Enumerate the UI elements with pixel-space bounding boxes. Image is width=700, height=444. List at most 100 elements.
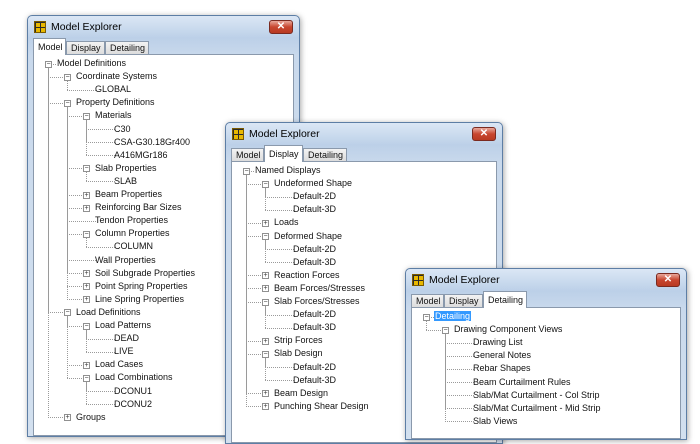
tree-node[interactable]: Slab Forces/Stresses (273, 295, 361, 308)
tree-node[interactable]: Beam Design (273, 387, 329, 400)
tree-node[interactable]: Default-2D (292, 190, 337, 203)
tree-node[interactable]: Coordinate Systems (75, 70, 158, 83)
collapse-icon[interactable]: − (262, 181, 269, 188)
tab-display[interactable]: Display (264, 145, 303, 162)
tree-node[interactable]: Load Patterns (94, 319, 152, 332)
tree-node[interactable]: Slab Views (472, 415, 518, 428)
tree-node[interactable]: Default-2D (292, 308, 337, 321)
title-bar[interactable]: Model Explorer ✕ (226, 123, 502, 145)
tree-node[interactable]: Point Spring Properties (94, 280, 189, 293)
tree-node[interactable]: Default-2D (292, 243, 337, 256)
tree-node[interactable]: DCONU1 (113, 385, 153, 398)
collapse-icon[interactable]: − (262, 299, 269, 306)
tree-node[interactable]: Drawing Component Views (453, 323, 563, 336)
tab-model[interactable]: Model (411, 294, 444, 307)
tree-node[interactable]: Materials (94, 109, 133, 122)
expand-icon[interactable]: + (83, 205, 90, 212)
tree-node[interactable]: Named Displays (254, 164, 322, 177)
tab-model[interactable]: Model (33, 38, 66, 55)
tree-node[interactable]: Beam Curtailment Rules (472, 376, 572, 389)
collapse-icon[interactable]: − (64, 74, 71, 81)
tree-node[interactable]: LIVE (113, 345, 135, 358)
tree-node[interactable]: COLUMN (113, 240, 154, 253)
expand-icon[interactable]: + (83, 192, 90, 199)
expand-icon[interactable]: + (262, 285, 269, 292)
expand-icon[interactable]: + (64, 414, 71, 421)
expand-icon[interactable]: + (83, 296, 90, 303)
tree-node[interactable]: Deformed Shape (273, 230, 343, 243)
tab-detailing[interactable]: Detailing (303, 148, 347, 161)
expand-icon[interactable]: + (262, 390, 269, 397)
tab-display[interactable]: Display (444, 294, 483, 307)
close-button[interactable]: ✕ (269, 20, 293, 34)
tree-node[interactable]: Reinforcing Bar Sizes (94, 201, 183, 214)
tree-node[interactable]: Punching Shear Design (273, 400, 370, 413)
collapse-icon[interactable]: − (423, 314, 430, 321)
title-bar[interactable]: Model Explorer ✕ (406, 269, 686, 291)
tab-detailing[interactable]: Detailing (483, 291, 527, 308)
expand-icon[interactable]: + (83, 362, 90, 369)
collapse-icon[interactable]: − (442, 327, 449, 334)
collapse-icon[interactable]: − (83, 113, 90, 120)
tree-node[interactable]: Undeformed Shape (273, 177, 353, 190)
tree-node[interactable]: Slab/Mat Curtailment - Mid Strip (472, 402, 602, 415)
collapse-icon[interactable]: − (262, 351, 269, 358)
collapse-icon[interactable]: − (45, 61, 52, 68)
collapse-icon[interactable]: − (64, 100, 71, 107)
tree-node[interactable]: Loads (273, 216, 300, 229)
tree-node[interactable]: Tendon Properties (94, 214, 169, 227)
tree-node[interactable]: Slab/Mat Curtailment - Col Strip (472, 389, 601, 402)
close-button[interactable]: ✕ (472, 127, 496, 141)
expand-icon[interactable]: + (262, 272, 269, 279)
expand-icon[interactable]: + (83, 283, 90, 290)
tree-node[interactable]: Rebar Shapes (472, 362, 532, 375)
tree-node[interactable]: Beam Forces/Stresses (273, 282, 366, 295)
tree-node[interactable]: Strip Forces (273, 334, 324, 347)
tree-node[interactable]: Load Definitions (75, 306, 142, 319)
tab-detailing[interactable]: Detailing (105, 41, 149, 54)
expand-icon[interactable]: + (83, 270, 90, 277)
tree-node[interactable]: Detailing (434, 310, 472, 323)
tree-node[interactable]: Default-3D (292, 374, 337, 387)
title-bar[interactable]: Model Explorer ✕ (28, 16, 299, 38)
tree-node[interactable]: Wall Properties (94, 254, 157, 267)
tree-node[interactable]: SLAB (113, 175, 138, 188)
tree-node[interactable]: Soil Subgrade Properties (94, 267, 196, 280)
tree-node[interactable]: Drawing List (472, 336, 524, 349)
collapse-icon[interactable]: − (83, 323, 90, 330)
collapse-icon[interactable]: − (83, 231, 90, 238)
expand-icon[interactable]: + (262, 403, 269, 410)
tree-node[interactable]: Property Definitions (75, 96, 156, 109)
tree-node[interactable]: Slab Design (273, 347, 324, 360)
tree-node[interactable]: Beam Properties (94, 188, 163, 201)
tab-model[interactable]: Model (231, 148, 264, 161)
tree-node[interactable]: Line Spring Properties (94, 293, 185, 306)
collapse-icon[interactable]: − (83, 165, 90, 172)
expand-icon[interactable]: + (262, 220, 269, 227)
collapse-icon[interactable]: − (262, 233, 269, 240)
collapse-icon[interactable]: − (243, 168, 250, 175)
tree-node[interactable]: Load Cases (94, 358, 144, 371)
tree-node[interactable]: Groups (75, 411, 107, 424)
expand-icon[interactable]: + (262, 338, 269, 345)
tree-node[interactable]: Model Definitions (56, 57, 127, 70)
tree-node[interactable]: DEAD (113, 332, 140, 345)
tree-node[interactable]: Load Combinations (94, 371, 174, 384)
tree-node[interactable]: General Notes (472, 349, 532, 362)
tree-node[interactable]: Default-3D (292, 203, 337, 216)
tree-node[interactable]: CSA-G30.18Gr400 (113, 136, 191, 149)
tree-node[interactable]: Default-3D (292, 256, 337, 269)
close-button[interactable]: ✕ (656, 273, 680, 287)
tree-node[interactable]: GLOBAL (94, 83, 132, 96)
tree-node[interactable]: A416MGr186 (113, 149, 169, 162)
tree-node[interactable]: Reaction Forces (273, 269, 341, 282)
tree-node[interactable]: C30 (113, 123, 132, 136)
tree-node[interactable]: Column Properties (94, 227, 171, 240)
tree-node[interactable]: Default-3D (292, 321, 337, 334)
tree-node[interactable]: DCONU2 (113, 398, 153, 411)
tree-node[interactable]: Default-2D (292, 361, 337, 374)
tree-node[interactable]: Slab Properties (94, 162, 158, 175)
tab-display[interactable]: Display (66, 41, 105, 54)
collapse-icon[interactable]: − (83, 375, 90, 382)
collapse-icon[interactable]: − (64, 309, 71, 316)
